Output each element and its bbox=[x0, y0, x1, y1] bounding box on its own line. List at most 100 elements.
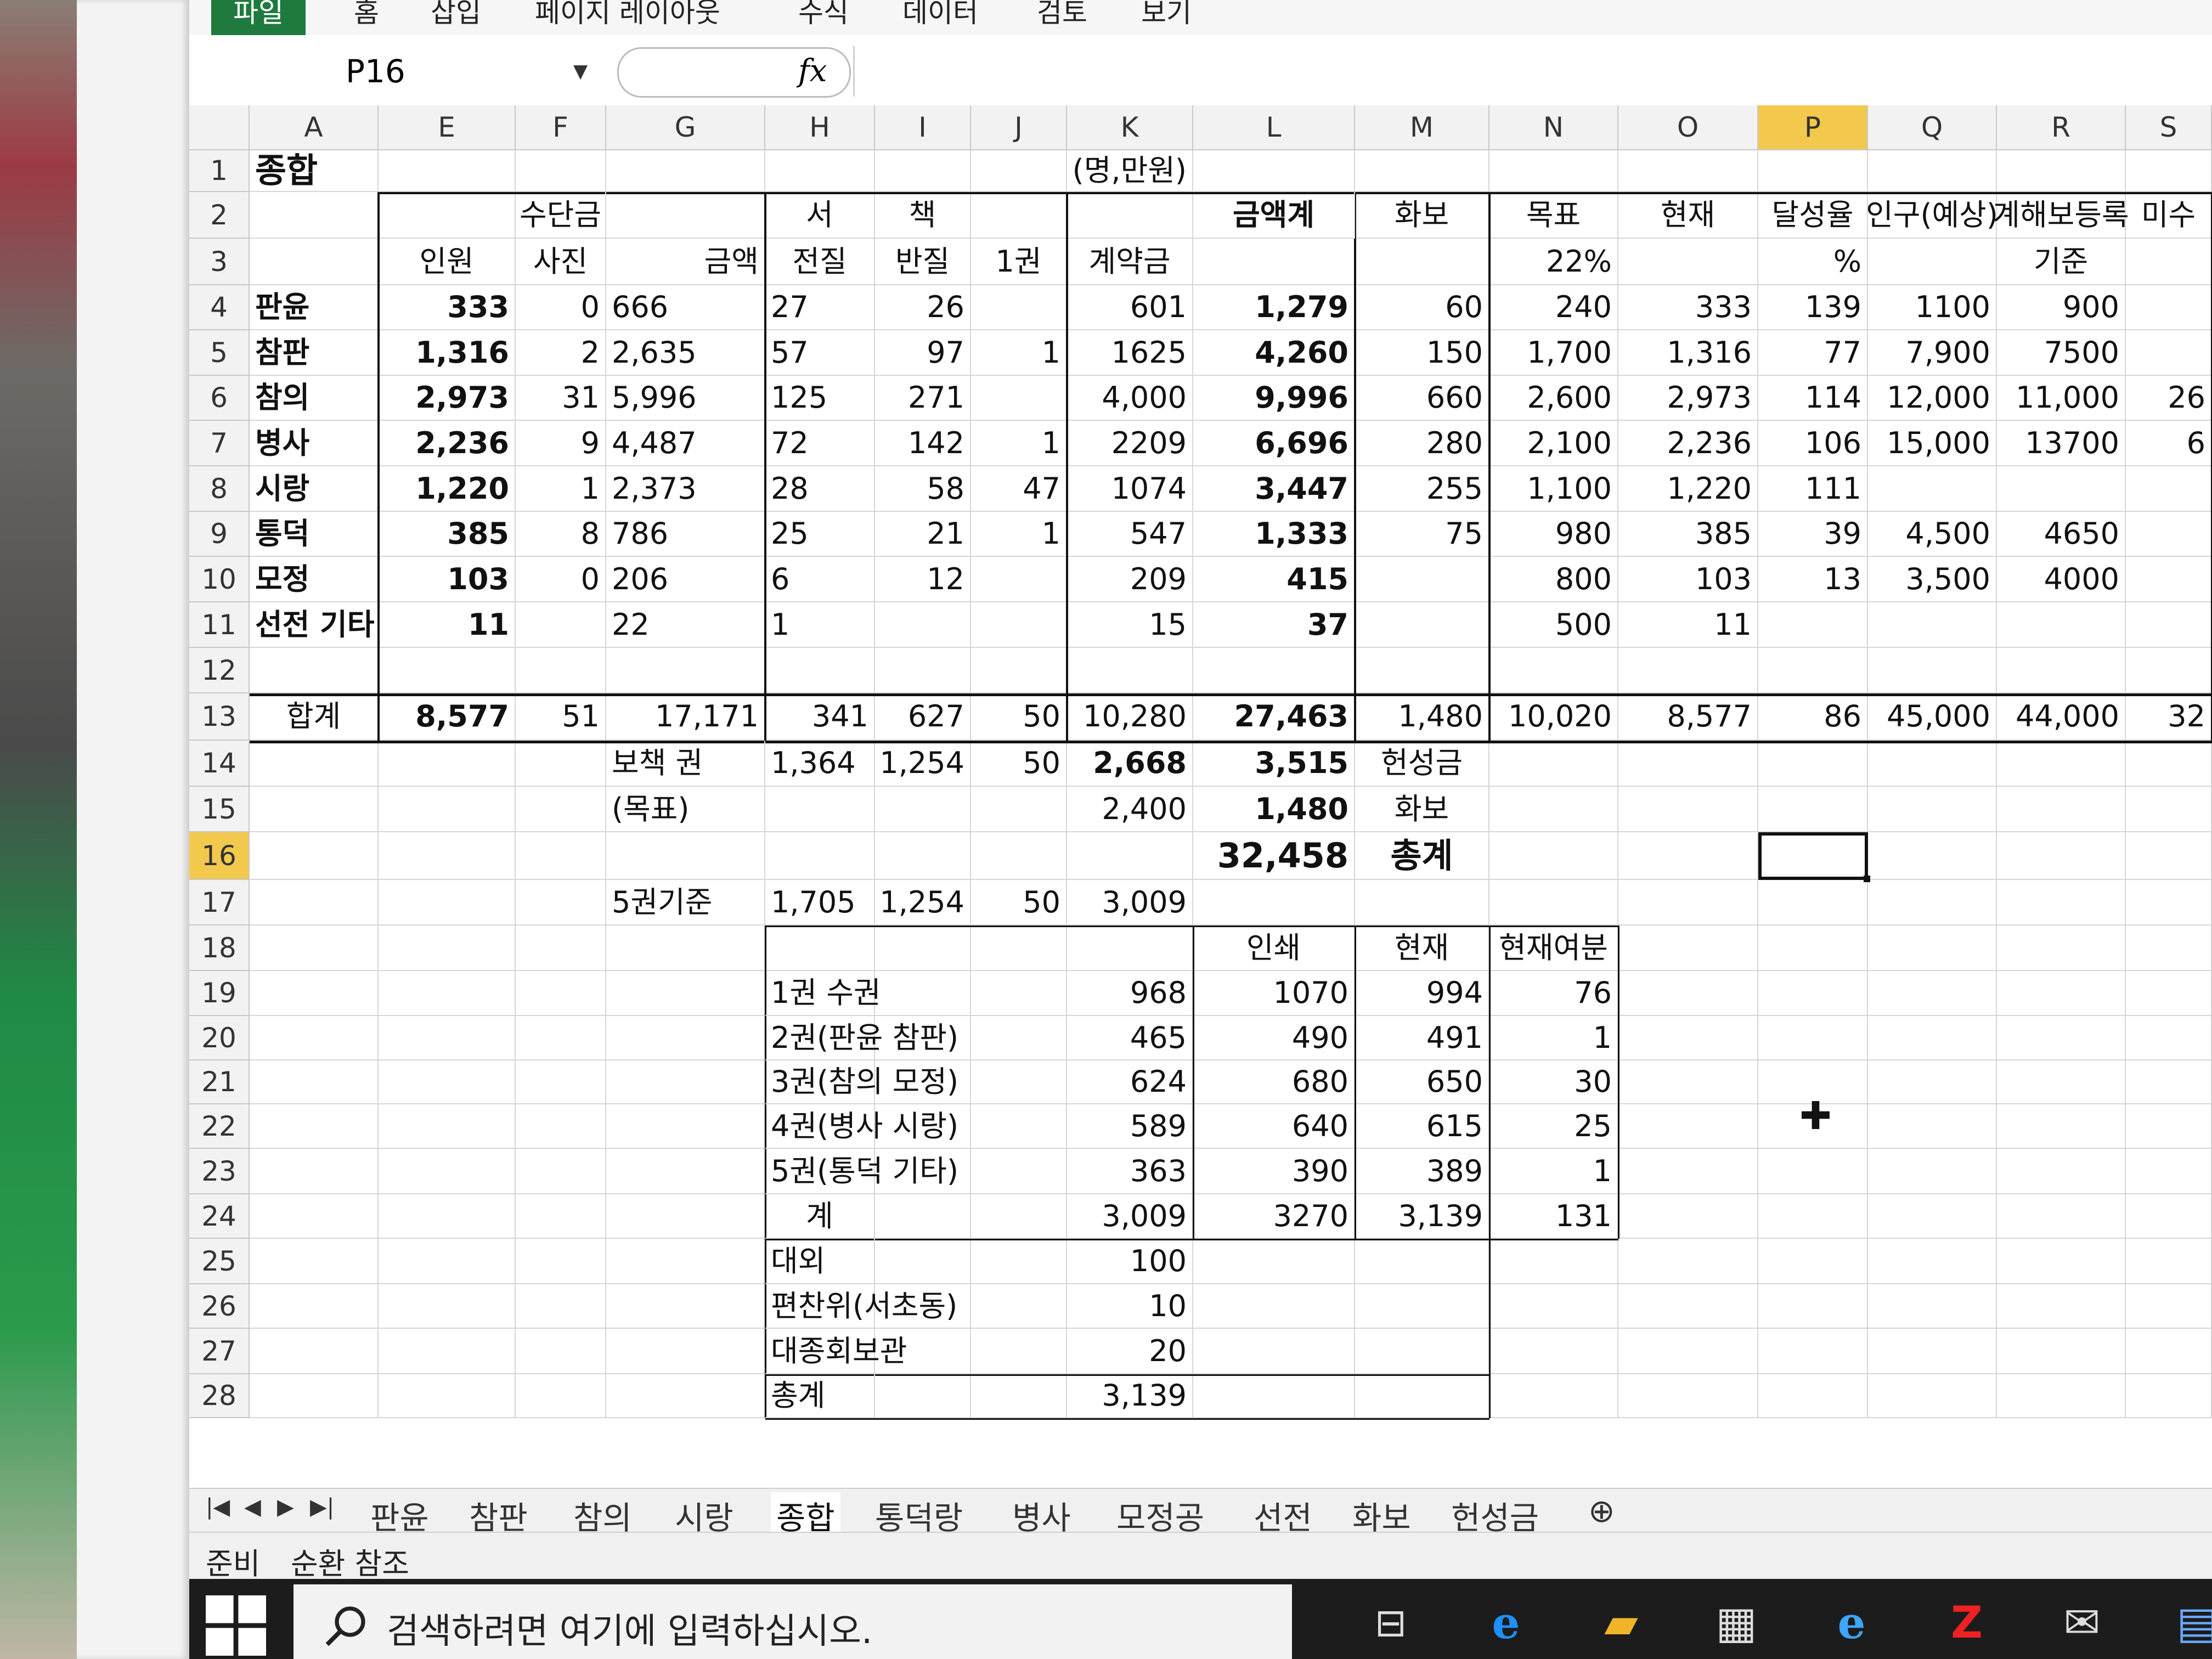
cell-e19[interactable] bbox=[379, 971, 516, 1016]
cell-g8[interactable]: 2,373 bbox=[606, 466, 765, 512]
cell-k2[interactable] bbox=[1067, 192, 1193, 239]
add-sheet-icon[interactable]: ⊕ bbox=[1588, 1492, 1615, 1530]
cell-k15[interactable]: 2,400 bbox=[1067, 787, 1193, 832]
cell-r1[interactable] bbox=[1997, 150, 2126, 192]
cell-n16[interactable] bbox=[1489, 832, 1618, 880]
cell-h20[interactable]: 2권(판윤 참판) bbox=[765, 1016, 958, 1060]
cell-j1[interactable] bbox=[971, 150, 1067, 192]
cell-e21[interactable] bbox=[379, 1060, 516, 1104]
cell-r26[interactable] bbox=[1997, 1284, 2126, 1329]
cell-n11[interactable]: 500 bbox=[1489, 602, 1618, 648]
cell-n15[interactable] bbox=[1489, 787, 1618, 832]
cell-n2[interactable]: 목표 bbox=[1489, 192, 1618, 239]
cell-p2[interactable]: 달성율 bbox=[1758, 192, 1868, 239]
cell-r13[interactable]: 44,000 bbox=[1997, 693, 2126, 741]
cell-q1[interactable] bbox=[1868, 150, 1997, 192]
column-header-f[interactable]: F bbox=[516, 105, 606, 150]
cell-g19[interactable] bbox=[606, 971, 765, 1016]
cell-f10[interactable]: 0 bbox=[516, 557, 606, 602]
cell-l11[interactable]: 37 bbox=[1193, 602, 1355, 648]
cell-h5[interactable]: 57 bbox=[765, 330, 875, 376]
cell-a7[interactable]: 병사 bbox=[250, 421, 379, 466]
spreadsheet-grid[interactable]: A E F G H I J K L M N O P Q R S 1 2 3 4 5 6 7 8 9 10 11 12 13 14 15 16 1… bbox=[189, 105, 2212, 1488]
cell-o7[interactable]: 2,236 bbox=[1618, 421, 1758, 466]
cell-q7[interactable]: 15,000 bbox=[1868, 421, 1997, 466]
cell-q13[interactable]: 45,000 bbox=[1868, 693, 1997, 741]
cell-s28[interactable] bbox=[2126, 1374, 2212, 1418]
cell-k11[interactable]: 15 bbox=[1067, 602, 1193, 648]
cell-k7[interactable]: 2209 bbox=[1067, 421, 1193, 466]
cell-q4[interactable]: 1100 bbox=[1868, 285, 1997, 330]
cell-k5[interactable]: 1625 bbox=[1067, 330, 1193, 376]
cell-k6[interactable]: 4,000 bbox=[1067, 376, 1193, 421]
cell-m1[interactable] bbox=[1355, 150, 1489, 192]
cell-n4[interactable]: 240 bbox=[1489, 285, 1618, 330]
cell-o3[interactable] bbox=[1618, 239, 1758, 285]
cell-g9[interactable]: 786 bbox=[606, 512, 765, 557]
cell-e20[interactable] bbox=[379, 1016, 516, 1060]
cell-j8[interactable]: 47 bbox=[971, 466, 1067, 512]
cell-h28[interactable]: 총계 bbox=[765, 1374, 875, 1418]
row-header-27[interactable]: 27 bbox=[189, 1329, 250, 1374]
cell-m10[interactable] bbox=[1355, 557, 1489, 602]
cell-p8[interactable]: 111 bbox=[1758, 466, 1868, 512]
cell-s12[interactable] bbox=[2126, 648, 2212, 693]
cell-g24[interactable] bbox=[606, 1194, 765, 1239]
cell-h24[interactable]: 계 bbox=[765, 1194, 875, 1239]
cell-e3[interactable]: 인원 bbox=[379, 239, 516, 285]
cell-f17[interactable] bbox=[516, 880, 606, 926]
cell-o15[interactable] bbox=[1618, 787, 1758, 832]
cell-l18[interactable]: 인쇄 bbox=[1193, 926, 1355, 971]
column-header-q[interactable]: Q bbox=[1868, 105, 1997, 150]
cell-n10[interactable]: 800 bbox=[1489, 557, 1618, 602]
first-sheet-icon[interactable]: |◀ bbox=[206, 1494, 230, 1520]
cell-m6[interactable]: 660 bbox=[1355, 376, 1489, 421]
cell-e9[interactable]: 385 bbox=[379, 512, 516, 557]
cell-e11[interactable]: 11 bbox=[379, 602, 516, 648]
cell-m24[interactable]: 3,139 bbox=[1355, 1194, 1489, 1239]
tab-file[interactable]: 파일 bbox=[211, 0, 306, 35]
column-header-g[interactable]: G bbox=[606, 105, 765, 150]
cell-k4[interactable]: 601 bbox=[1067, 285, 1193, 330]
cell-l28[interactable] bbox=[1193, 1374, 1355, 1418]
cell-q6[interactable]: 12,000 bbox=[1868, 376, 1997, 421]
cell-h18[interactable] bbox=[765, 926, 875, 971]
cell-k17[interactable]: 3,009 bbox=[1067, 880, 1193, 926]
cell-j21[interactable] bbox=[971, 1060, 1067, 1104]
column-header-h[interactable]: H bbox=[765, 105, 875, 150]
cell-g4[interactable]: 666 bbox=[606, 285, 765, 330]
cell-l23[interactable]: 390 bbox=[1193, 1149, 1355, 1194]
cell-p20[interactable] bbox=[1758, 1016, 1868, 1060]
cell-r24[interactable] bbox=[1997, 1194, 2126, 1239]
cell-g14[interactable]: 보책 권 bbox=[606, 741, 765, 787]
cell-r16[interactable] bbox=[1997, 832, 2126, 880]
cell-l13[interactable]: 27,463 bbox=[1193, 693, 1355, 741]
cell-i1[interactable] bbox=[875, 150, 971, 192]
cell-a3[interactable] bbox=[250, 239, 379, 285]
cell-s18[interactable] bbox=[2126, 926, 2212, 971]
cell-a14[interactable] bbox=[250, 741, 379, 787]
hwp-icon[interactable]: ▤ bbox=[2170, 1595, 2212, 1650]
cell-h8[interactable]: 28 bbox=[765, 466, 875, 512]
cell-i11[interactable] bbox=[875, 602, 971, 648]
cell-h14[interactable]: 1,364 bbox=[765, 741, 875, 787]
row-header-28[interactable]: 28 bbox=[189, 1374, 250, 1418]
cell-h25[interactable]: 대외 bbox=[765, 1239, 875, 1284]
cell-r9[interactable]: 4650 bbox=[1997, 512, 2126, 557]
cell-p13[interactable]: 86 bbox=[1758, 693, 1868, 741]
cell-h2[interactable]: 서 bbox=[765, 192, 875, 239]
tab-insert[interactable]: 삽입 bbox=[431, 0, 481, 35]
cell-j13[interactable]: 50 bbox=[971, 693, 1067, 741]
row-header-21[interactable]: 21 bbox=[189, 1060, 250, 1104]
cell-o18[interactable] bbox=[1618, 926, 1758, 971]
cell-p3[interactable]: % bbox=[1758, 239, 1868, 285]
tab-formulas[interactable]: 수식 bbox=[798, 0, 849, 35]
cell-g18[interactable] bbox=[606, 926, 765, 971]
cell-i17[interactable]: 1,254 bbox=[875, 880, 971, 926]
cell-r8[interactable] bbox=[1997, 466, 2126, 512]
cell-a20[interactable] bbox=[250, 1016, 379, 1060]
cell-g27[interactable] bbox=[606, 1329, 765, 1374]
cell-f25[interactable] bbox=[516, 1239, 606, 1284]
cell-n20[interactable]: 1 bbox=[1489, 1016, 1618, 1060]
cell-p17[interactable] bbox=[1758, 880, 1868, 926]
